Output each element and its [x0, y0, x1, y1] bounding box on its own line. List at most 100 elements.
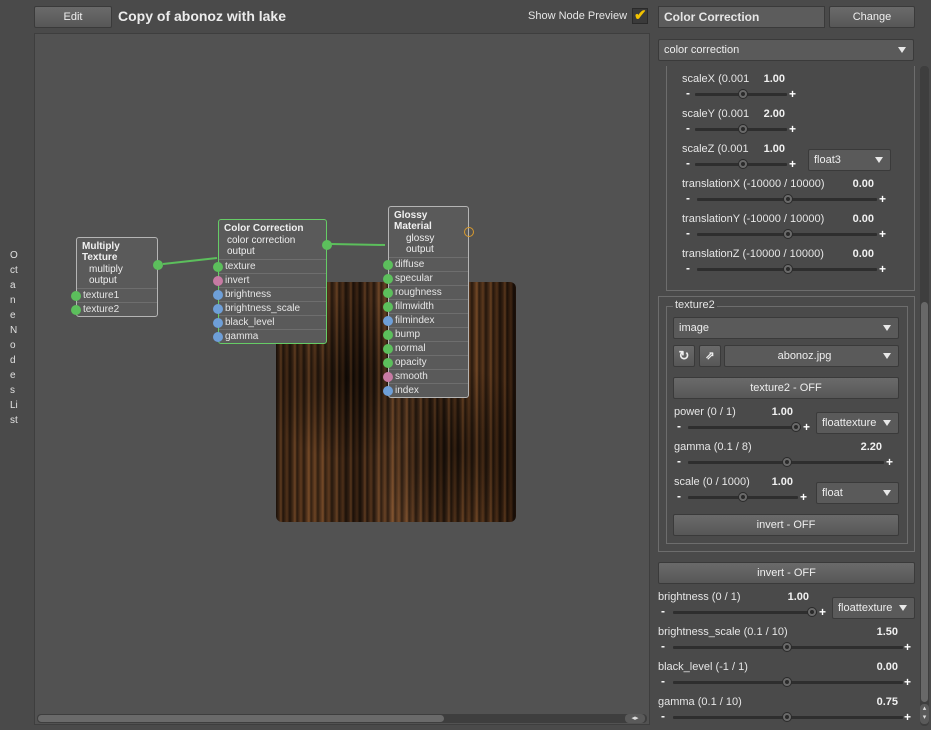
plus-icon[interactable]: + [803, 421, 810, 433]
input-texture2[interactable]: texture2 [71, 302, 157, 316]
graph-horizontal-scrollbar[interactable]: ◂▸ [37, 714, 647, 723]
output-pin[interactable] [322, 240, 332, 250]
brightness-type-select[interactable]: floattexture [832, 597, 915, 619]
plus-icon[interactable]: + [789, 88, 796, 100]
node-type-select[interactable]: color correction [658, 39, 914, 61]
slider-knob[interactable] [738, 124, 748, 134]
plus-icon[interactable]: + [886, 456, 893, 468]
slider-knob[interactable] [783, 264, 793, 274]
texture2-kind-select[interactable]: image [673, 317, 899, 339]
input-bump[interactable]: bump [383, 327, 468, 341]
node-glossy-material[interactable]: Glossy Material glossy output diffuse sp… [383, 206, 474, 398]
texture2-invert-button[interactable]: invert - OFF [673, 514, 899, 536]
minus-icon[interactable]: - [686, 227, 690, 239]
edit-button[interactable]: Edit [34, 6, 112, 28]
plus-icon[interactable]: + [800, 491, 807, 503]
brightness-scale-slider[interactable] [673, 642, 903, 652]
slider-knob[interactable] [782, 457, 792, 467]
scale-type-select[interactable]: float3 [808, 149, 891, 171]
input-pin[interactable] [383, 302, 393, 312]
input-pin[interactable] [383, 386, 393, 396]
input-pin[interactable] [213, 332, 223, 342]
slider-knob[interactable] [783, 194, 793, 204]
minus-icon[interactable]: - [686, 157, 690, 169]
power-type-select[interactable]: floattexture [816, 412, 899, 434]
plus-icon[interactable]: + [904, 676, 911, 688]
input-normal[interactable]: normal [383, 341, 468, 355]
scrollbar-arrows[interactable]: ▴ ▾ [920, 704, 929, 724]
node-name-field[interactable]: Color Correction [658, 6, 825, 28]
input-pin[interactable] [213, 318, 223, 328]
invert-button[interactable]: invert - OFF [658, 562, 915, 584]
minus-icon[interactable]: - [661, 675, 665, 687]
scrollbar-arrows[interactable]: ◂▸ [625, 714, 645, 723]
slider-knob[interactable] [738, 159, 748, 169]
brightness-slider[interactable] [673, 607, 817, 617]
scale-slider[interactable] [688, 492, 798, 502]
input-brightness[interactable]: brightness [213, 287, 326, 301]
input-pin[interactable] [383, 274, 393, 284]
output-pin[interactable] [464, 227, 474, 237]
input-pin[interactable] [213, 304, 223, 314]
input-invert[interactable]: invert [213, 273, 326, 287]
scrollbar-thumb[interactable] [921, 302, 928, 702]
scale-type-select-2[interactable]: float [816, 482, 899, 504]
panel-vertical-scrollbar[interactable]: ▴ ▾ [920, 66, 929, 726]
input-pin[interactable] [383, 358, 393, 368]
input-pin[interactable] [383, 288, 393, 298]
minus-icon[interactable]: - [686, 262, 690, 274]
scalex-slider[interactable] [695, 89, 787, 99]
input-filmindex[interactable]: filmindex [383, 313, 468, 327]
show-preview-checkbox[interactable]: ✔ [632, 7, 648, 24]
input-gamma[interactable]: gamma [213, 329, 326, 343]
minus-icon[interactable]: - [677, 490, 681, 502]
plus-icon[interactable]: + [789, 158, 796, 170]
input-pin[interactable] [383, 372, 393, 382]
texture2-toggle-button[interactable]: texture2 - OFF [673, 377, 899, 399]
input-opacity[interactable]: opacity [383, 355, 468, 369]
input-pin[interactable] [213, 262, 223, 272]
slider-knob[interactable] [782, 712, 792, 722]
node-color-correction[interactable]: Color Correction color correction output… [213, 219, 332, 344]
input-filmwidth[interactable]: filmwidth [383, 299, 468, 313]
minus-icon[interactable]: - [677, 455, 681, 467]
input-roughness[interactable]: roughness [383, 285, 468, 299]
translationx-slider[interactable] [697, 194, 877, 204]
input-pin[interactable] [383, 316, 393, 326]
input-pin[interactable] [213, 290, 223, 300]
texture2-file-select[interactable]: abonoz.jpg [724, 345, 899, 367]
input-pin[interactable] [71, 291, 81, 301]
slider-knob[interactable] [782, 642, 792, 652]
black-level-slider[interactable] [673, 677, 903, 687]
reload-button[interactable]: ↻ [673, 345, 695, 367]
input-smooth[interactable]: smooth [383, 369, 468, 383]
input-texture[interactable]: texture [213, 259, 326, 273]
slider-knob[interactable] [738, 492, 748, 502]
scaley-slider[interactable] [695, 124, 787, 134]
slider-knob[interactable] [791, 422, 801, 432]
scrollbar-thumb[interactable] [38, 715, 444, 722]
input-pin[interactable] [383, 260, 393, 270]
plus-icon[interactable]: + [904, 641, 911, 653]
plus-icon[interactable]: + [819, 606, 826, 618]
octane-nodes-list-tab[interactable]: Octane Nodes List [0, 33, 30, 725]
input-brightness-scale[interactable]: brightness_scale [213, 301, 326, 315]
input-pin[interactable] [383, 344, 393, 354]
plus-icon[interactable]: + [789, 123, 796, 135]
translationy-slider[interactable] [697, 229, 877, 239]
input-texture1[interactable]: texture1 [71, 288, 157, 302]
input-index[interactable]: index [383, 383, 468, 397]
minus-icon[interactable]: - [661, 605, 665, 617]
translationz-slider[interactable] [697, 264, 877, 274]
minus-icon[interactable]: - [661, 640, 665, 652]
plus-icon[interactable]: + [904, 711, 911, 723]
node-multiply-texture[interactable]: Multiply Texture multiply output texture… [71, 237, 163, 317]
minus-icon[interactable]: - [661, 710, 665, 722]
input-diffuse[interactable]: diffuse [383, 257, 468, 271]
output-pin[interactable] [153, 260, 163, 270]
power-slider[interactable] [688, 422, 801, 432]
input-pin[interactable] [71, 305, 81, 315]
texture2-gamma-slider[interactable] [688, 457, 884, 467]
plus-icon[interactable]: + [879, 228, 886, 240]
input-pin[interactable] [213, 276, 223, 286]
